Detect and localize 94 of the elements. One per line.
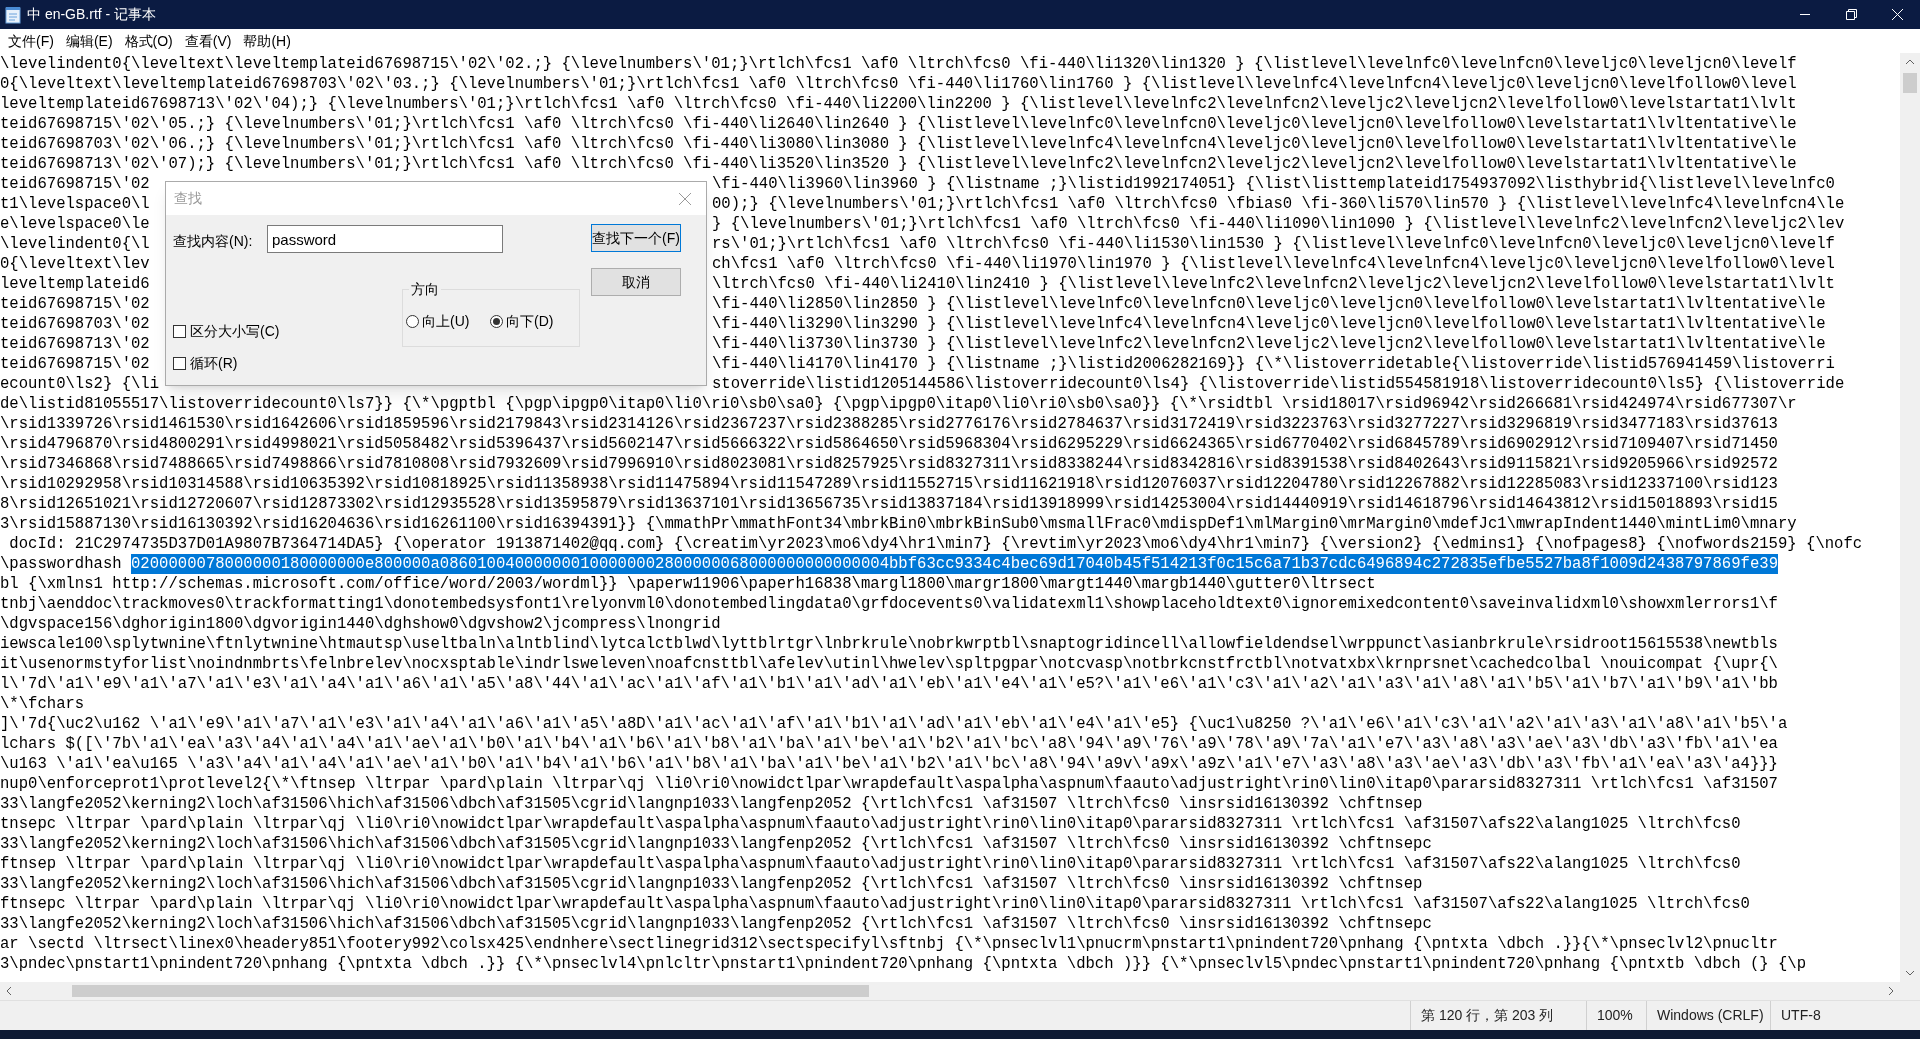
- text-line: \rsid7346868\rsid7488665\rsid7498866\rsid7810808\rsid7932609\rsid7996910\rsid8023081\rsid8257925\rsid8327311\rsid8338244\rsid8342816\rsid8391538\rsid8402643\rsid9115821\rsid9205966\rsid92572: [0, 454, 1779, 474]
- text-line: \passwordhash: [0, 554, 123, 574]
- scroll-right-icon[interactable]: [1888, 986, 1894, 996]
- scroll-left-icon[interactable]: [6, 986, 12, 996]
- text-line: \u163 \'a1\'ea\u165 \'a3\'a4\'a1\'a4\'a1\'ae\'a1\'b0\'a1\'b4\'a1\'b6\'a1\'b8\'a1\'ba\'a1\'be\'a1\'b2\'a1\'bc\'a8\'94\'a9v\'a9x\'a9z\'a1\'e7\'a3\'a8\'a3\'ae\'a3\'db\'a3\'fb\'a1\'ea\'a3\'a4}}}: [0, 754, 1779, 774]
- notepad-icon: [5, 5, 21, 24]
- close-icon: [1891, 9, 1903, 20]
- restore-icon: [1845, 9, 1857, 20]
- dialog-title: 查找: [174, 189, 202, 208]
- scrollbar-thumb[interactable]: [72, 985, 869, 997]
- scroll-down-icon[interactable]: [1905, 970, 1915, 976]
- text-line: 33\langfe2052\kerning2\loch\af31506\hich\af31506\dbch\af31505\cgrid\langnp1033\langfenp2052 {\rtlch\fcs1 \af31507 \ltrch\fcs0 \insrsid16130392 \chftnsepc: [0, 834, 1433, 854]
- text-line: \rsid10292958\rsid10314588\rsid10635392\rsid10818925\rsid11358938\rsid11475894\rsid11547289\rsid11552715\rsid11621918\rsid12076037\rsid12204780\rsid12267882\rsid12285083\rsid12337100\rsid123: [0, 474, 1779, 494]
- text-line: \levelindent0{\l: [0, 234, 150, 254]
- text-line: leveltemplateid67698713\'02\'04);} {\levelnumbers\'01;}\rtlch\fcs1 \af0 \ltrch\fcs0 \fi-440\li2200\lin2200 } {\listlevel\levelnfc2\levelnfcn2\leveljc2\leveljcn2\levelfollow0\levelstartat1\lvlt: [0, 94, 1798, 114]
- text-line: l\'7d\'a1\'e9\'a1\'a7\'a1\'e3\'a1\'a4\'a1\'a6\'a1\'a5\'a8\'44\'a1\'ac\'a1\'af\'a1\'b1\'a1\'ad\'a1\'eb\'a1\'e4\'a1\'e5?\'a1\'e6\'a1\'c3\'a1\'a2\'a1\'a3\'a1\'a8\'a1\'b5\'a1\'b7\'a1\'b9\'a1\'bb: [0, 674, 1779, 694]
- text-line: teid67698715\'02: [0, 354, 150, 374]
- text-line: rs\'01;}\rtlch\fcs1 \af0 \ltrch\fcs0 \fi-440\li1530\lin1530 } {\listlevel\levelnfc0\levelnfcn0\leveljc0\leveljcn0\levelf: [712, 234, 1836, 254]
- text-line: 8\rsid12651021\rsid12720607\rsid12873302\rsid12935528\rsid13595879\rsid13637101\rsid13656735\rsid13837184\rsid13918999\rsid14253004\rsid14440919\rsid14618796\rsid14643812\rsid15018893\rsid15: [0, 494, 1779, 514]
- text-line: it\usenormstyforlist\noindnmbrts\felnbrelev\nocxsptable\indrlsweleven\noafcnsttbl\afelev\utinl\hwelev\spltpgpar\notcvasp\notbrkcnstfrctbl\notvatxbx\krnprsnet\cachedcolbal \nouicompat {\upr{\: [0, 654, 1779, 674]
- text-line: ftnsep \ltrpar \pard\plain \ltrpar\qj \li0\ri0\nowidctlpar\wrapdefault\aspalpha\aspnum\faauto\adjustright\rin0\lin0\itap0\pararsid8327311 \rtlch\fcs1 \af31507\afs22\alang1025 \ltrch\fcs0: [0, 854, 1742, 874]
- text-line: 33\langfe2052\kerning2\loch\af31506\hich\af31506\dbch\af31505\cgrid\langnp1033\langfenp2052 {\rtlch\fcs1 \af31507 \ltrch\fcs0 \insrsid16130392 \chftnsep: [0, 794, 1424, 814]
- text-line: } {\levelnumbers\'01;}\rtlch\fcs1 \af0 \ltrch\fcs0 \fi-440\li1090\lin1090 } {\listlevel\levelnfc2\levelnfcn2\leveljc2\lev: [712, 214, 1846, 234]
- radio-button[interactable]: [490, 315, 503, 328]
- text-line: 3\rsid15887130\rsid16130392\rsid16204636\rsid16261100\rsid16394391}} {\mmathPr\mmathFont34\mbrkBin0\mbrkBinSub0\msmallFrac0\mdispDef1\mlMargin0\mrMargin0\mdefJc1\mwrapIndent1440\mintLim0\mnary: [0, 514, 1798, 534]
- close-icon: [679, 192, 691, 205]
- text-line: 0{\leveltext\lev: [0, 254, 150, 274]
- menu-item[interactable]: 帮助(H): [237, 30, 297, 52]
- text-line: tnsepc \ltrpar \pard\plain \ltrpar\qj \li0\ri0\nowidctlpar\wrapdefault\aspalpha\aspnum\faauto\adjustright\rin0\lin0\itap0\pararsid8327311 \rtlch\fcs1 \af31507\afs22\alang1025 \ltrch\fcs0: [0, 814, 1742, 834]
- text-line: teid67698715\'02: [0, 294, 150, 314]
- find-next-button[interactable]: 查找下一个(F): [591, 224, 681, 252]
- menu-item[interactable]: 格式(O): [118, 30, 179, 52]
- field-label: 查找内容(N):: [173, 232, 253, 251]
- text-line: \ltrch\fcs0 \fi-440\li2410\lin2410 } {\listlevel\levelnfc2\levelnfcn2\leveljc2\leveljcn2\levelfollow0\levelstartat1\lvlt: [712, 274, 1836, 294]
- window-title: 中 en-GB.rtf - 记事本: [27, 5, 157, 24]
- text-line: t1\levelspace0\l: [0, 194, 150, 214]
- text-line: ftnsepc \ltrpar \pard\plain \ltrpar\qj \li0\ri0\nowidctlpar\wrapdefault\aspalpha\aspnum\faauto\adjustright\rin0\lin0\itap0\pararsid8327311 \rtlch\fcs1 \af31507\afs22\alang1025 \ltrch\fcs0: [0, 894, 1751, 914]
- text-line: 33\langfe2052\kerning2\loch\af31506\hich\af31506\dbch\af31505\cgrid\langnp1033\langfenp2052 {\rtlch\fcs1 \af31507 \ltrch\fcs0 \insrsid16130392 \chftnsep: [0, 874, 1424, 894]
- text-line: ar \sectd \ltrsect\linex0\headery851\footery992\colsx425\endnhere\sectlinegrid312\sectspecifyl\sftnbj {\*\pnseclvl1\pnucrm\pnstart1\pnindent720\pnhang {\pntxta \dbch .}}{\*\pnseclvl2\pnucltr: [0, 934, 1779, 954]
- text-line: \fi-440\li3290\lin3290 } {\listlevel\levelnfc4\levelnfcn4\leveljc0\leveljcn0\levelfollow0\levelstartat1\lvltentative\le: [712, 314, 1827, 334]
- text-line: teid67698713\'02\'07);} {\levelnumbers\'01;}\rtlch\fcs1 \af0 \ltrch\fcs0 \fi-440\li3520\lin3520 } {\listlevel\levelnfc2\levelnfcn2\leveljc2\leveljcn2\levelfollow0\levelstartat1\lvltentative\le: [0, 154, 1798, 174]
- radio-button[interactable]: [406, 315, 419, 328]
- checkbox-label: 循环(R): [190, 354, 238, 373]
- text-line: 00);} {\levelnumbers\'01;}\rtlch\fcs1 \af0 \ltrch\fcs0 \fbias0 \fi-360\li570\lin570 } {\listlevel\levelnfc4\levelnfcn4\le: [712, 194, 1846, 214]
- text-line: \fi-440\li3960\lin3960 } {\listname ;}\listid1992174051} {\list\listtemplateid1754937092\listhybrid{\listlevel\levelnfc0: [712, 174, 1836, 194]
- scrollbar-thumb[interactable]: [1903, 73, 1917, 93]
- radio-label: 向下(D): [506, 312, 554, 331]
- text-line: tnbj\aenddoc\trackmoves0\trackformatting1\donotembedsysfont1\relyonvml0\donotembedlingdata0\grfdocevents0\validatexml1\showplaceholdtext0\ignoremixedcontent0\saveinvalidxml0\showxmlerrors1\f: [0, 594, 1779, 614]
- text-line: ch\fcs1 \af0 \ltrch\fcs0 \fi-440\li1970\lin1970 } {\listlevel\levelnfc4\levelnfcn4\leveljc0\leveljcn0\levelfollow0\level: [712, 254, 1836, 274]
- radio-label: 向上(U): [422, 312, 470, 331]
- checkbox-label: 区分大小写(C): [190, 322, 280, 341]
- text-line: lchars $([\'7b\'a1\'ea\'a3\'a4\'a1\'a4\'a1\'ae\'a1\'b0\'a1\'b4\'a1\'b6\'a1\'b8\'a1\'ba\'a1\'be\'a1\'b2\'a1\'bc\'a8\'94\'a9\'76\'a9\'78\'a9\'7a\'a1\'e7\'a3\'a8\'a3\'ae\'a3\'db\'a3\'fb\'a1\'ea: [0, 734, 1779, 754]
- minimize-icon: [1800, 14, 1810, 15]
- text-line: ecount0\ls2} {\li: [0, 374, 160, 394]
- menu-item[interactable]: 文件(F): [2, 30, 60, 52]
- text-line: \levelindent0{\leveltext\leveltemplateid67698715\'02\'02.;} {\levelnumbers\'01;}\rtlch\fcs1 \af0 \ltrch\fcs0 \fi-440\li1320\lin1320 } {\listlevel\levelnfc0\levelnfcn0\leveljc0\leveljcn0\levelf: [0, 54, 1798, 74]
- text-line: e\levelspace0\le: [0, 214, 150, 234]
- scroll-up-icon[interactable]: [1905, 59, 1915, 65]
- text-line: 33\langfe2052\kerning2\loch\af31506\hich\af31506\dbch\af31505\cgrid\langnp1033\langfenp2052 {\rtlch\fcs1 \af31507 \ltrch\fcs0 \insrsid16130392 \chftnsepc: [0, 914, 1433, 934]
- status-text: UTF-8: [1781, 1006, 1821, 1025]
- text-line: teid67698703\'02\'06.;} {\levelnumbers\'01;}\rtlch\fcs1 \af0 \ltrch\fcs0 \fi-440\li3080\lin3080 } {\listlevel\levelnfc4\levelnfcn4\leveljc0\leveljcn0\levelfollow0\levelstartat1\lvltentative\le: [0, 134, 1798, 154]
- text-line: teid67698715\'02\'05.;} {\levelnumbers\'01;}\rtlch\fcs1 \af0 \ltrch\fcs0 \fi-440\li2640\lin2640 } {\listlevel\levelnfc0\levelnfcn0\leveljc0\leveljcn0\levelfollow0\levelstartat1\lvltentative\le: [0, 114, 1798, 134]
- text-line: de\listid81055517\listoverridecount0\ls7}} {\*\pgptbl {\pgp\ipgp0\itap0\li0\ri0\sb0\sa0} {\pgp\ipgp0\itap0\li0\ri0\sb0\sa0}} {\*\rsidtbl \rsid18017\rsid96942\rsid266681\rsid424974\rsid677307\r: [0, 394, 1798, 414]
- text-line: stoverride\listid1205144586\listoverridecount0\ls4} {\listoverride\listid554581918\listoverridecount0\ls5} {\listoverride: [712, 374, 1846, 394]
- cancel-button[interactable]: 取消: [591, 268, 681, 296]
- checkbox[interactable]: [173, 357, 186, 370]
- find-input[interactable]: password: [267, 225, 503, 253]
- selected-text: 0200000078000000180000000e800000a086010040000000100000002800000068000000000000004bbf63cc9334c4bec69d17040b45f514213f0c15c6a71b37cdc6496894c272835efbe5527ba8f1009d2438797869fe39: [131, 554, 1778, 574]
- status-text: 100%: [1597, 1006, 1633, 1025]
- text-line: docId: 21C2974735D37D01A9807B7364714DA5} {\operator 1913871402@qq.com} {\creatim\yr2023\mo6\dy4\hr1\min7} {\revtim\yr2023\mo6\dy4\hr1\min7} {\version2} {\edmins1} {\nofpages8} {\nofwords2159} {\nofc: [8, 534, 1863, 554]
- text-line: ]\'7d{\uc2\u162 \'a1\'e9\'a1\'a7\'a1\'e3\'a1\'a4\'a1\'a6\'a1\'a5\'a8D\'a1\'ac\'a1\'af\'a1\'b1\'a1\'ad\'a1\'eb\'a1\'e4\'a1\'e5} {\uc1\u8250 ?\'a1\'e6\'a1\'c3\'a1\'a2\'a1\'a3\'a1\'a8\'a1\'b5\'a: [0, 714, 1789, 734]
- text-line: \fi-440\li4170\lin4170 } {\listname ;}\listid2006282169}} {\*\listoverridetable{\listoverride\listid576941459\listoverri: [712, 354, 1836, 374]
- menu-item[interactable]: 查看(V): [178, 30, 238, 52]
- status-text: 第 120 行，第 203 列: [1421, 1006, 1554, 1025]
- text-line: teid67698713\'02: [0, 334, 150, 354]
- text-line: teid67698715\'02: [0, 174, 150, 194]
- text-line: \rsid1339726\rsid1461530\rsid1642606\rsid1859596\rsid2179843\rsid2314126\rsid2367237\rsid2388285\rsid2776176\rsid2784637\rsid3172419\rsid3223763\rsid3277227\rsid3296819\rsid3477183\rsid37613: [0, 414, 1779, 434]
- text-line: \fi-440\li2850\lin2850 } {\listlevel\levelnfc0\levelnfcn0\leveljc0\leveljcn0\levelfollow0\levelstartat1\lvltentative\le: [712, 294, 1827, 314]
- checkbox[interactable]: [173, 325, 186, 338]
- text-line: \dgvspace156\dghorigin1800\dgvorigin1440\dghshow0\dgvshow2\jcompress\lnongrid: [0, 614, 722, 634]
- text-line: \*\fchars: [0, 694, 86, 714]
- text-line: bl {\xmlns1 http://schemas.microsoft.com/office/word/2003/wordml}} \paperw11906\paperh16838\margl1800\margr1800\margt1440\margb1440\gutter0\ltrsect: [0, 574, 1377, 594]
- vertical-scrollbar[interactable]: [1900, 53, 1920, 982]
- text-line: iewscale100\splytwnine\ftnlytwnine\htmautsp\useltbaln\alntblind\lytcalctblwd\lyttblrtgr\lnbrkrule\nobrkwrptbl\snaptogridincell\allowfieldendsel\wrppunct\asianbrkrule\rsidroot15615538\newtbls: [0, 634, 1779, 654]
- text-line: 3\pndec\pnstart1\pnindent720\pnhang {\pntxta \dbch .}} {\*\pnseclvl4\pnlcltr\pnstart1\pnindent720\pnhang {\pntxta \dbch )}} {\*\pnseclvl5\pndec\pnstart1\pnindent720\pnhang {\pntxtb \dbch (} {\p: [0, 954, 1808, 974]
- text-line: \rsid4796870\rsid4800291\rsid4998021\rsid5058482\rsid5396437\rsid5602147\rsid5666322\rsid5864650\rsid5968304\rsid6295229\rsid6624365\rsid6770402\rsid6845789\rsid6902912\rsid7109407\rsid71450: [0, 434, 1779, 454]
- horizontal-scrollbar[interactable]: [0, 982, 1920, 1000]
- text-line: teid67698703\'02: [0, 314, 150, 334]
- text-line: \fi-440\li3730\lin3730 } {\listlevel\levelnfc2\levelnfcn2\leveljc2\leveljcn2\levelfollow0\levelstartat1\lvltentative\le: [712, 334, 1827, 354]
- status-text: Windows (CRLF): [1657, 1006, 1764, 1025]
- text-line: 0{\leveltext\leveltemplateid67698703\'02\'03.;} {\levelnumbers\'01;}\rtlch\fcs1 \af0 \ltrch\fcs0 \fi-440\li1760\lin1760 } {\listlevel\levelnfc4\levelnfcn4\leveljc0\leveljcn0\levelfollow0\level: [0, 74, 1798, 94]
- text-line: leveltemplateid6: [0, 274, 150, 294]
- text-line: nup0\enforceprot1\protlevel2{\*\ftnsep \ltrpar \pard\plain \ltrpar\qj \li0\ri0\nowidctlpar\wrapdefault\aspalpha\aspnum\faauto\adjustright\rin0\lin0\itap0\pararsid8327311 \rtlch\fcs1 \af31507: [0, 774, 1779, 794]
- menu-item[interactable]: 编辑(E): [59, 30, 119, 52]
